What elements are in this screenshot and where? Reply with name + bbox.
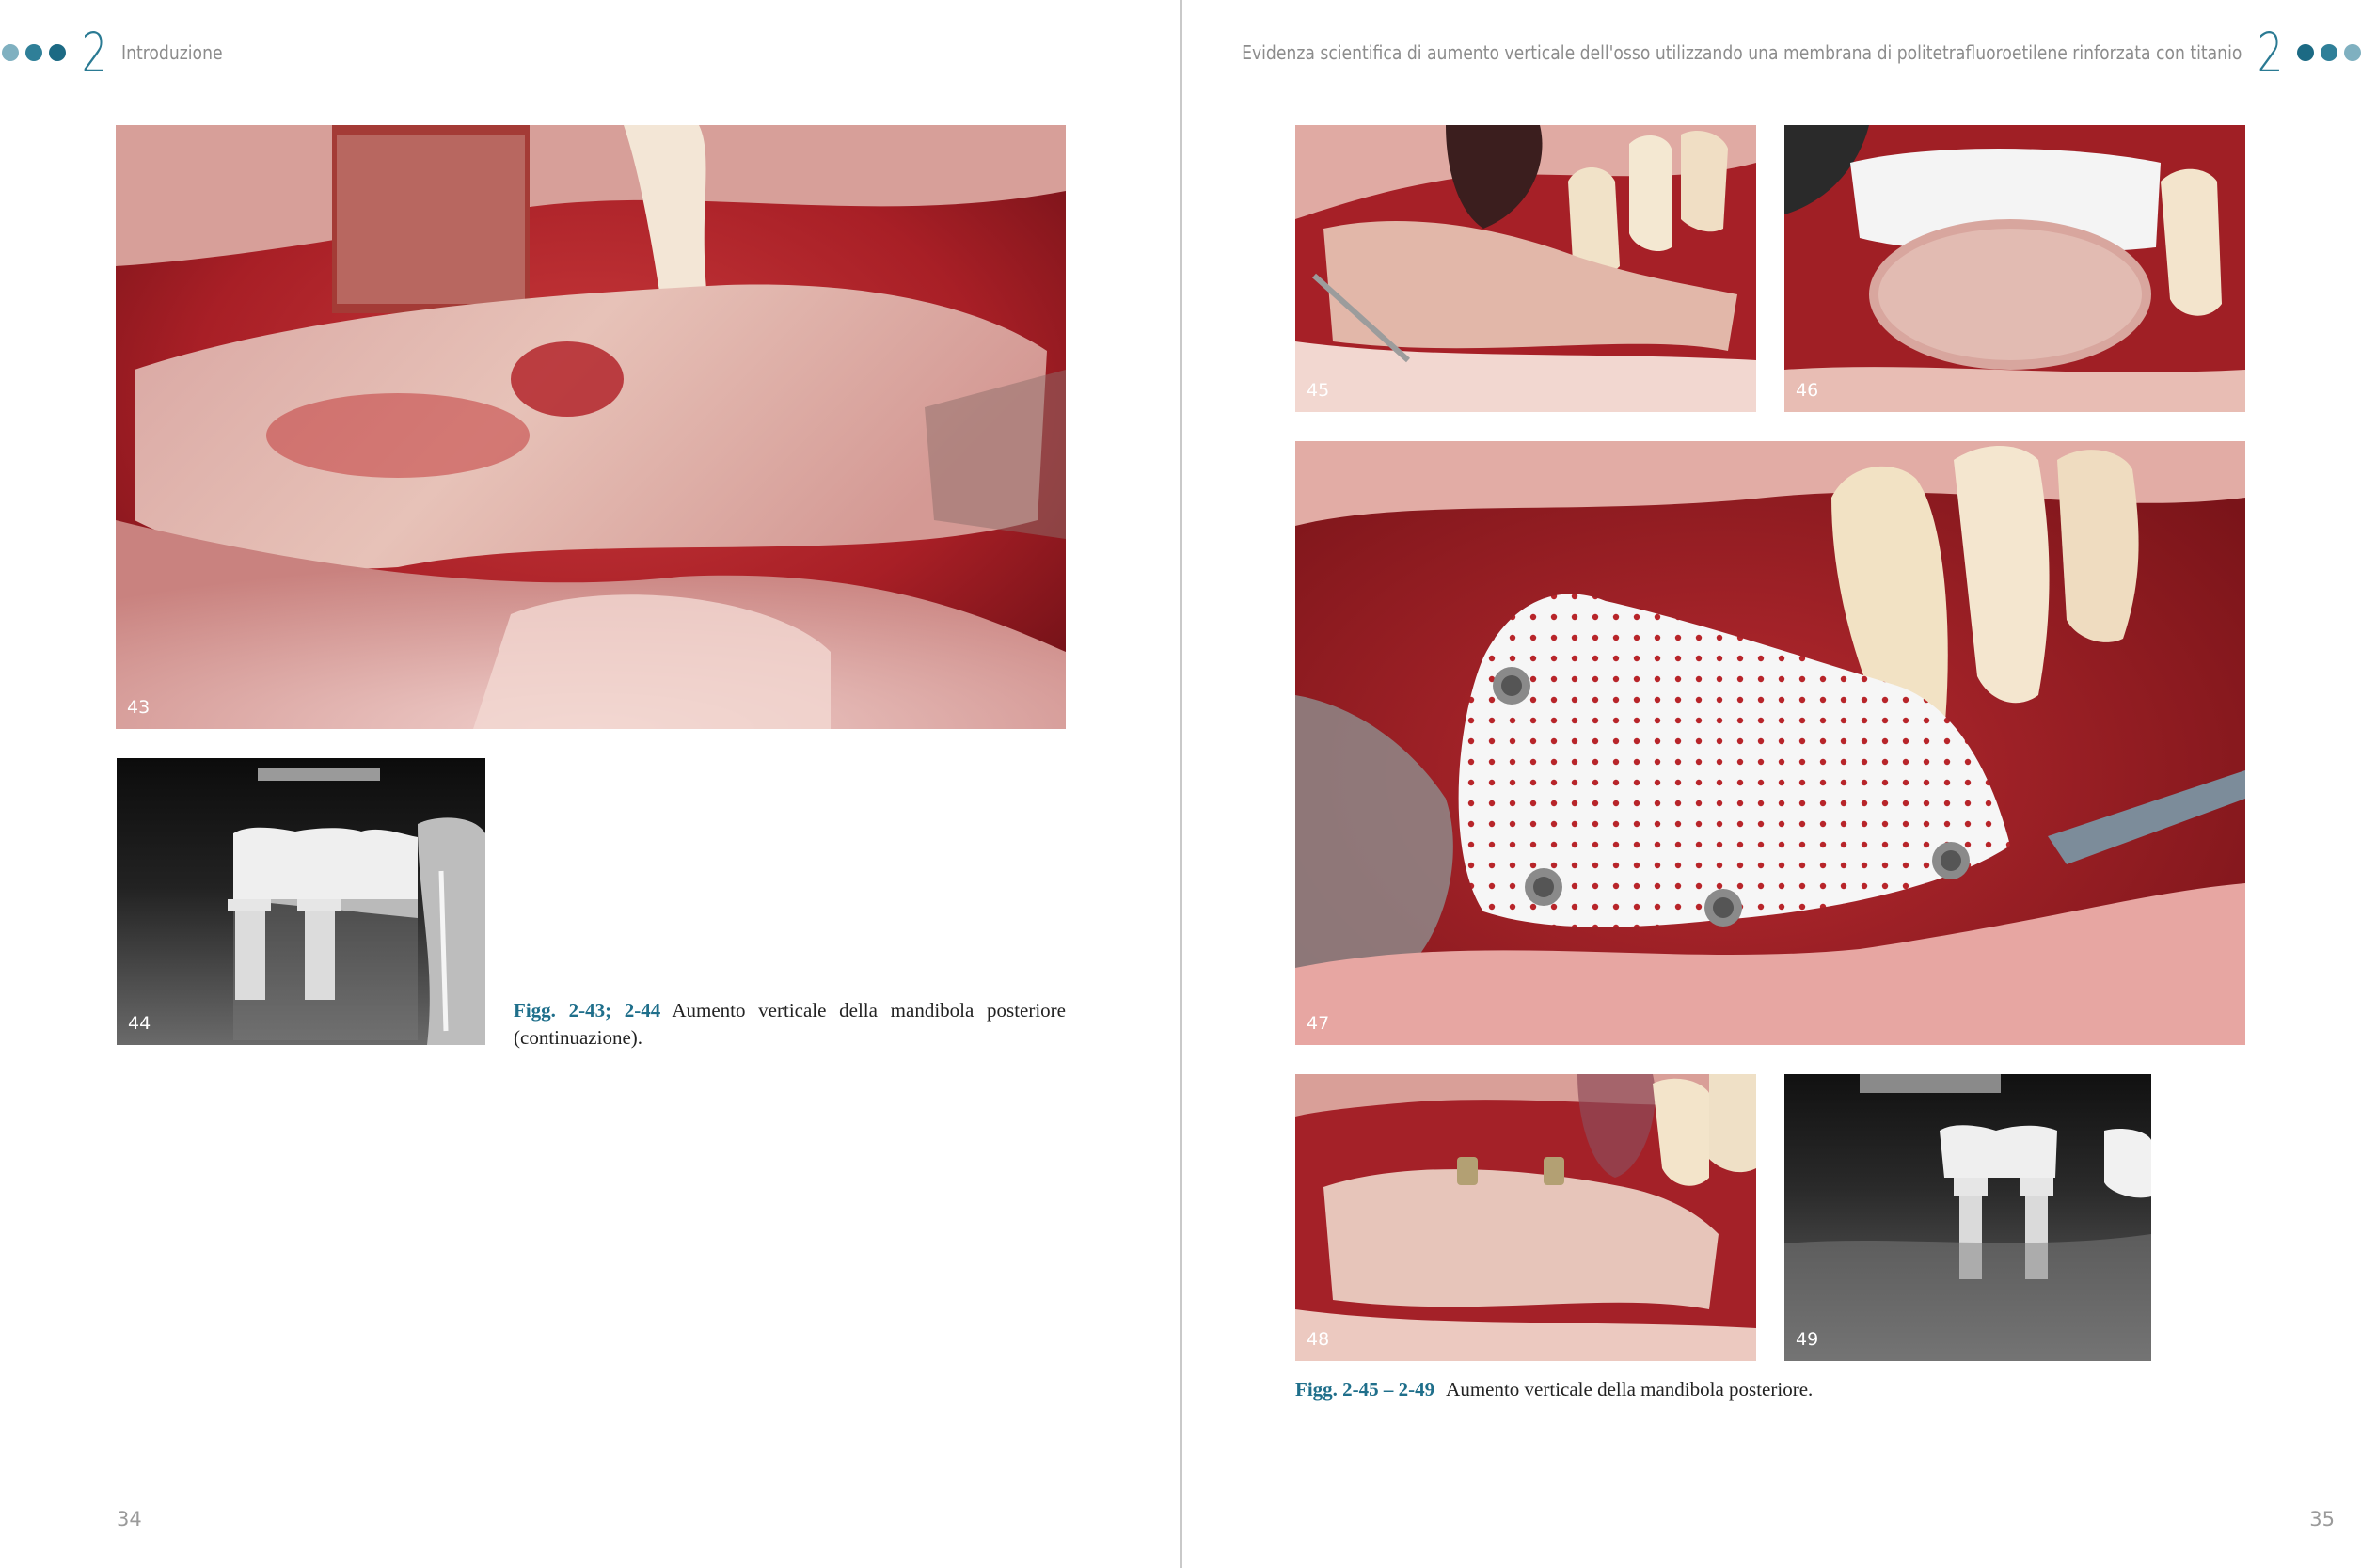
chapter-dots-icon (2, 44, 66, 61)
figure-46: 46 (1784, 125, 2245, 412)
left-caption-label: Figg. 2-43; 2-44 (514, 999, 661, 1022)
figure-43-image (116, 125, 1066, 729)
figure-43-number: 43 (127, 697, 151, 718)
left-page-number: 34 (117, 1508, 142, 1530)
book-spread: 2 Introduzione 43 44 Figg. 2-43; 2-44 Au… (0, 0, 2361, 1568)
figure-47-image (1295, 441, 2245, 1045)
left-figure-caption: Figg. 2-43; 2-44 Aumento verticale della … (514, 997, 1066, 1052)
figure-45: 45 (1295, 125, 1756, 412)
chapter-dots-icon (2297, 44, 2361, 61)
right-figure-caption: Figg. 2-45 – 2-49 Aumento verticale della… (1295, 1376, 2245, 1403)
figure-49: 49 (1784, 1074, 2151, 1361)
right-page: Evidenza scientifica di aumento vertical… (1183, 0, 2361, 1568)
right-running-head: Evidenza scientifica di aumento vertical… (1079, 21, 2361, 85)
figure-45-number: 45 (1307, 380, 1330, 401)
figure-47-number: 47 (1307, 1013, 1330, 1034)
right-running-head-text: Evidenza scientifica di aumento vertical… (1241, 41, 2242, 64)
right-chapter-number: 2 (2257, 21, 2284, 85)
right-page-number: 35 (2309, 1508, 2335, 1530)
figure-47: 47 (1295, 441, 2245, 1045)
figure-49-number: 49 (1796, 1329, 1819, 1350)
figure-44: 44 (117, 758, 485, 1045)
figure-46-number: 46 (1796, 380, 1819, 401)
figure-48-image (1295, 1074, 1756, 1361)
figure-48-number: 48 (1307, 1329, 1330, 1350)
left-running-head: 2 Introduzione (2, 21, 239, 85)
figure-44-image (117, 758, 485, 1045)
right-caption-text: Aumento verticale della mandibola poster… (1446, 1378, 1814, 1401)
figure-49-image (1784, 1074, 2151, 1361)
figure-46-image (1784, 125, 2245, 412)
figure-44-number: 44 (128, 1013, 151, 1034)
left-running-head-text: Introduzione (120, 41, 223, 64)
figure-43: 43 (116, 125, 1066, 729)
left-page: 2 Introduzione 43 44 Figg. 2-43; 2-44 Au… (0, 0, 1180, 1568)
gutter-divider (1180, 0, 1182, 1568)
right-caption-label: Figg. 2-45 – 2-49 (1295, 1378, 1435, 1401)
figure-45-image (1295, 125, 1756, 412)
left-chapter-number: 2 (81, 21, 108, 85)
figure-48: 48 (1295, 1074, 1756, 1361)
